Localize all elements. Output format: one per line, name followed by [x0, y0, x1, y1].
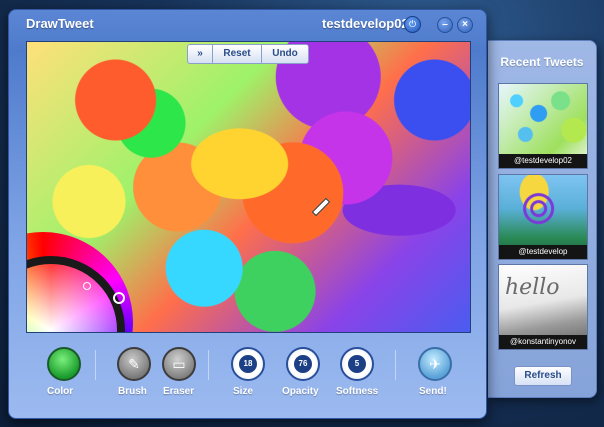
- minimize-button[interactable]: –: [437, 17, 453, 33]
- send-label: Send!: [419, 386, 447, 397]
- eraser-icon: ▭: [172, 356, 186, 372]
- bird-icon: ✈: [429, 356, 441, 372]
- close-button[interactable]: ×: [457, 17, 473, 33]
- refresh-button[interactable]: Refresh: [514, 366, 572, 386]
- size-label: Size: [233, 386, 254, 397]
- color-button[interactable]: [47, 347, 81, 381]
- opacity-dial[interactable]: 76: [286, 347, 320, 381]
- brush-icon: ✎: [128, 356, 140, 372]
- size-dial[interactable]: 18: [231, 347, 265, 381]
- color-label: Color: [47, 386, 74, 397]
- recent-tweet-thumbnail[interactable]: @testdevelop: [498, 174, 588, 260]
- opacity-label: Opacity: [282, 386, 319, 397]
- reset-button[interactable]: Reset: [212, 44, 262, 64]
- recent-tweet-user: @testdevelop02: [499, 154, 587, 168]
- brush-label: Brush: [118, 386, 147, 397]
- send-button[interactable]: ✈: [418, 347, 452, 381]
- recent-tweets-title: Recent Tweets: [500, 55, 584, 69]
- recent-tweet-user: @testdevelop: [499, 245, 587, 259]
- app-title: DrawTweet: [26, 16, 94, 31]
- more-button[interactable]: »: [187, 44, 213, 64]
- recent-tweet-user: @konstantinyonov: [499, 335, 587, 349]
- color-picker-marker[interactable]: [83, 282, 91, 290]
- recent-tweets-panel: Recent Tweets @testdevelop02 @testdevelo…: [488, 40, 597, 398]
- softness-dial[interactable]: 5: [340, 347, 374, 381]
- username: testdevelop02: [322, 16, 409, 31]
- size-value: 18: [239, 355, 257, 373]
- recent-tweet-thumbnail[interactable]: hello @konstantinyonov: [498, 264, 588, 350]
- drawing-canvas[interactable]: » Reset Undo: [26, 41, 471, 333]
- eraser-button[interactable]: ▭: [162, 347, 196, 381]
- toolbar-divider: [208, 350, 209, 380]
- color-picker-marker[interactable]: [113, 292, 125, 304]
- opacity-value: 76: [294, 355, 312, 373]
- recent-tweet-thumbnail[interactable]: @testdevelop02: [498, 83, 588, 169]
- power-icon[interactable]: ⏻: [404, 16, 421, 33]
- pen-cursor-icon: [311, 197, 331, 217]
- softness-value: 5: [348, 355, 366, 373]
- eraser-label: Eraser: [163, 386, 195, 397]
- brush-button[interactable]: ✎: [117, 347, 151, 381]
- softness-label: Softness: [336, 386, 379, 397]
- toolbar-divider: [395, 350, 396, 380]
- toolbar-divider: [95, 350, 96, 380]
- recent-tweet-scribble: hello: [505, 275, 560, 300]
- undo-button[interactable]: Undo: [261, 44, 309, 64]
- main-window: DrawTweet testdevelop02 ⏻ – × » Reset Un…: [8, 9, 487, 419]
